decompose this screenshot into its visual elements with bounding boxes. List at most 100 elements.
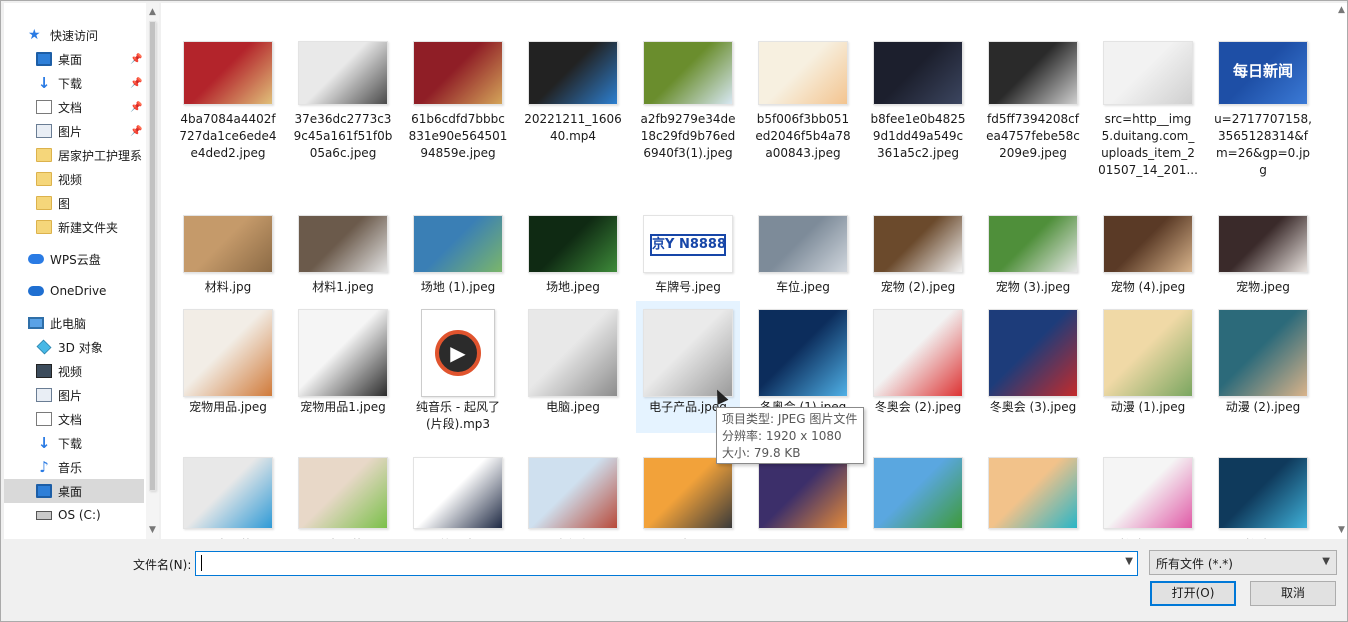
nav-item-label: 桌面	[58, 52, 83, 67]
file-item[interactable]: 笔记本	[406, 437, 510, 539]
scroll-down-arrow-icon[interactable]: ▼	[146, 523, 159, 537]
file-item[interactable]: 宠物用品1.jpeg	[291, 301, 395, 433]
file-name-line: a00843.jpeg	[765, 146, 841, 160]
nav-scrollbar[interactable]: ▲ ▼	[146, 3, 159, 539]
music-icon: ♪	[39, 458, 49, 476]
file-item[interactable]: 动漫 (2).jpeg	[1211, 301, 1315, 433]
file-item[interactable]: 4ba7084a4402f 727da1ce6ede4 e4ded2.jpeg	[176, 11, 280, 191]
file-item[interactable]: 护肤品	[1211, 437, 1315, 539]
file-name-line: 自行车	[521, 537, 625, 539]
file-name-label: 风景 (2)	[866, 537, 970, 539]
cancel-button[interactable]: 取消	[1250, 581, 1336, 606]
nav-scrollbar-thumb[interactable]	[149, 21, 156, 491]
nav-item[interactable]: 文档 📌	[4, 95, 144, 119]
file-name-line: (片段).mp3	[425, 417, 491, 431]
desktop-icon	[36, 484, 52, 498]
nav-item[interactable]: 桌面	[4, 479, 144, 503]
file-item[interactable]: 自行车	[521, 437, 625, 539]
nav-item[interactable]: 图片	[4, 383, 144, 407]
chevron-down-icon[interactable]: ▼	[1322, 556, 1330, 567]
nav-item[interactable]: 视频	[4, 167, 144, 191]
file-item[interactable]: 冬奥会 (3).jpeg	[981, 301, 1085, 433]
file-name-label: 电脑.jpeg	[521, 399, 625, 416]
file-item[interactable]: 电脑.jpeg	[521, 301, 625, 433]
open-button[interactable]: 打开(O)	[1150, 581, 1236, 606]
nav-item[interactable]: 桌面 📌	[4, 47, 144, 71]
scroll-up-arrow-icon[interactable]: ▲	[146, 5, 159, 19]
image-thumbnail	[1218, 309, 1308, 397]
license-plate-text: 京Y N8888	[650, 234, 726, 256]
file-name-line: 20221211_1606	[524, 112, 622, 126]
file-name-line: 儿童服装	[176, 537, 280, 539]
file-item[interactable]: src=http__img 5.duitang.com_ uploads_item_…	[1096, 11, 1200, 191]
nav-item-label: OneDrive	[50, 284, 107, 298]
nav-item[interactable]: 文档	[4, 407, 144, 431]
filename-combobox[interactable]: ▼	[195, 551, 1138, 576]
file-item[interactable]: 材料1.jpeg	[291, 203, 395, 297]
scroll-down-arrow-icon[interactable]: ▼	[1335, 523, 1348, 537]
nav-item[interactable]: WPS云盘	[4, 247, 144, 271]
nav-item[interactable]: ↓ 下载	[4, 431, 144, 455]
file-item[interactable]: b8fee1e0b4825 9d1dd49a549c 361a5c2.jpeg	[866, 11, 970, 191]
file-item[interactable]: 20221211_1606 40.mp4	[521, 11, 625, 191]
file-item[interactable]: 宠物 (3).jpeg	[981, 203, 1085, 297]
scroll-up-arrow-icon[interactable]: ▲	[1335, 3, 1348, 17]
nav-item[interactable]: ★ 快速访问	[4, 23, 144, 47]
file-item[interactable]: 场地.jpeg	[521, 203, 625, 297]
chevron-down-icon[interactable]: ▼	[1125, 556, 1133, 567]
file-info-tooltip: 项目类型: JPEG 图片文件 分辨率: 1920 x 1080 大小: 79.…	[716, 407, 864, 464]
nav-item[interactable]: ♪ 音乐	[4, 455, 144, 479]
file-item[interactable]: 风景 (2)	[866, 437, 970, 539]
nav-item[interactable]: 居家护工护理系	[4, 143, 144, 167]
filename-input[interactable]	[196, 552, 1096, 575]
file-name-label: 儿童服装	[176, 537, 280, 539]
nav-item[interactable]: 视频	[4, 359, 144, 383]
file-item[interactable]: 每日新闻 u=2717707158, 3565128314&f m=26&gp=0.j…	[1211, 11, 1315, 191]
file-name-label: 宠物用品1.jpeg	[291, 399, 395, 416]
file-name-line: 宠物用品.jpeg	[189, 400, 267, 414]
cloud-icon	[28, 254, 44, 264]
nav-item[interactable]: 3D 对象	[4, 335, 144, 359]
nav-item[interactable]: 新建文件夹	[4, 215, 144, 239]
file-item[interactable]: 宠物用品.jpeg	[176, 301, 280, 433]
file-name-line: 05a6c.jpeg	[309, 146, 377, 160]
nav-item[interactable]: 图片 📌	[4, 119, 144, 143]
file-item[interactable]: 动漫 (1).jpeg	[1096, 301, 1200, 433]
file-item[interactable]: 材料.jpg	[176, 203, 280, 297]
file-item[interactable]: 宠物.jpeg	[1211, 203, 1315, 297]
file-item[interactable]: 风景	[981, 437, 1085, 539]
nav-item[interactable]: OS (C:)	[4, 503, 144, 527]
file-item[interactable]: b5f006f3bb051 ed2046f5b4a78 a00843.jpeg	[751, 11, 855, 191]
file-type-filter[interactable]: 所有文件 (*.*) ▼	[1149, 550, 1337, 575]
file-item[interactable]: 护肤品 (1)	[1096, 437, 1200, 539]
file-item[interactable]: 宠物 (4).jpeg	[1096, 203, 1200, 297]
file-item[interactable]: 车位.jpeg	[751, 203, 855, 297]
folder-icon	[36, 172, 52, 186]
file-item[interactable]: 儿童服装	[176, 437, 280, 539]
file-item[interactable]: fd5ff7394208cf ea4757febe58c 209e9.jpeg	[981, 11, 1085, 191]
file-item[interactable]: 61b6cdfd7bbbc 831e90e564501 94859e.jpeg	[406, 11, 510, 191]
image-thumbnail	[873, 309, 963, 397]
nav-item[interactable]: ↓ 下载 📌	[4, 71, 144, 95]
nav-item[interactable]: 此电脑	[4, 311, 144, 335]
pin-icon: 📌	[130, 77, 143, 89]
tooltip-resolution: 分辨率: 1920 x 1080	[722, 429, 842, 443]
file-name-line: 场地.jpeg	[546, 280, 600, 294]
file-list-scrollbar[interactable]: ▲ ▼	[1337, 3, 1347, 539]
file-name-label: 自行车	[521, 537, 625, 539]
file-item[interactable]: 冬奥会 (2).jpeg	[866, 301, 970, 433]
file-item[interactable]: 37e36dc2773c3 9c45a161f51f0b 05a6c.jpeg	[291, 11, 395, 191]
nav-item[interactable]: 图	[4, 191, 144, 215]
file-name-label: 风景	[981, 537, 1085, 539]
nav-item[interactable]: OneDrive	[4, 279, 144, 303]
nav-item-label: 音乐	[58, 460, 83, 475]
file-item[interactable]: 宠物 (2).jpeg	[866, 203, 970, 297]
file-item[interactable]: a2fb9279e34de 18c29fd9b76ed 6940f3(1).jpeg	[636, 11, 740, 191]
file-item[interactable]: ▶ 纯音乐 - 起风了 (片段).mp3	[406, 301, 510, 433]
file-item[interactable]: 儿童服装1	[291, 437, 395, 539]
image-thumbnail	[643, 309, 733, 397]
file-item[interactable]: 京Y N8888 车牌号.jpeg	[636, 203, 740, 297]
image-thumbnail	[528, 215, 618, 273]
navigation-pane[interactable]: ★ 快速访问 桌面 📌 ↓ 下载 📌 文档 📌 图片 📌 居家护工护理系 视频图新建文件夹 WPS云盘 On…	[4, 3, 159, 539]
file-item[interactable]: 场地 (1).jpeg	[406, 203, 510, 297]
